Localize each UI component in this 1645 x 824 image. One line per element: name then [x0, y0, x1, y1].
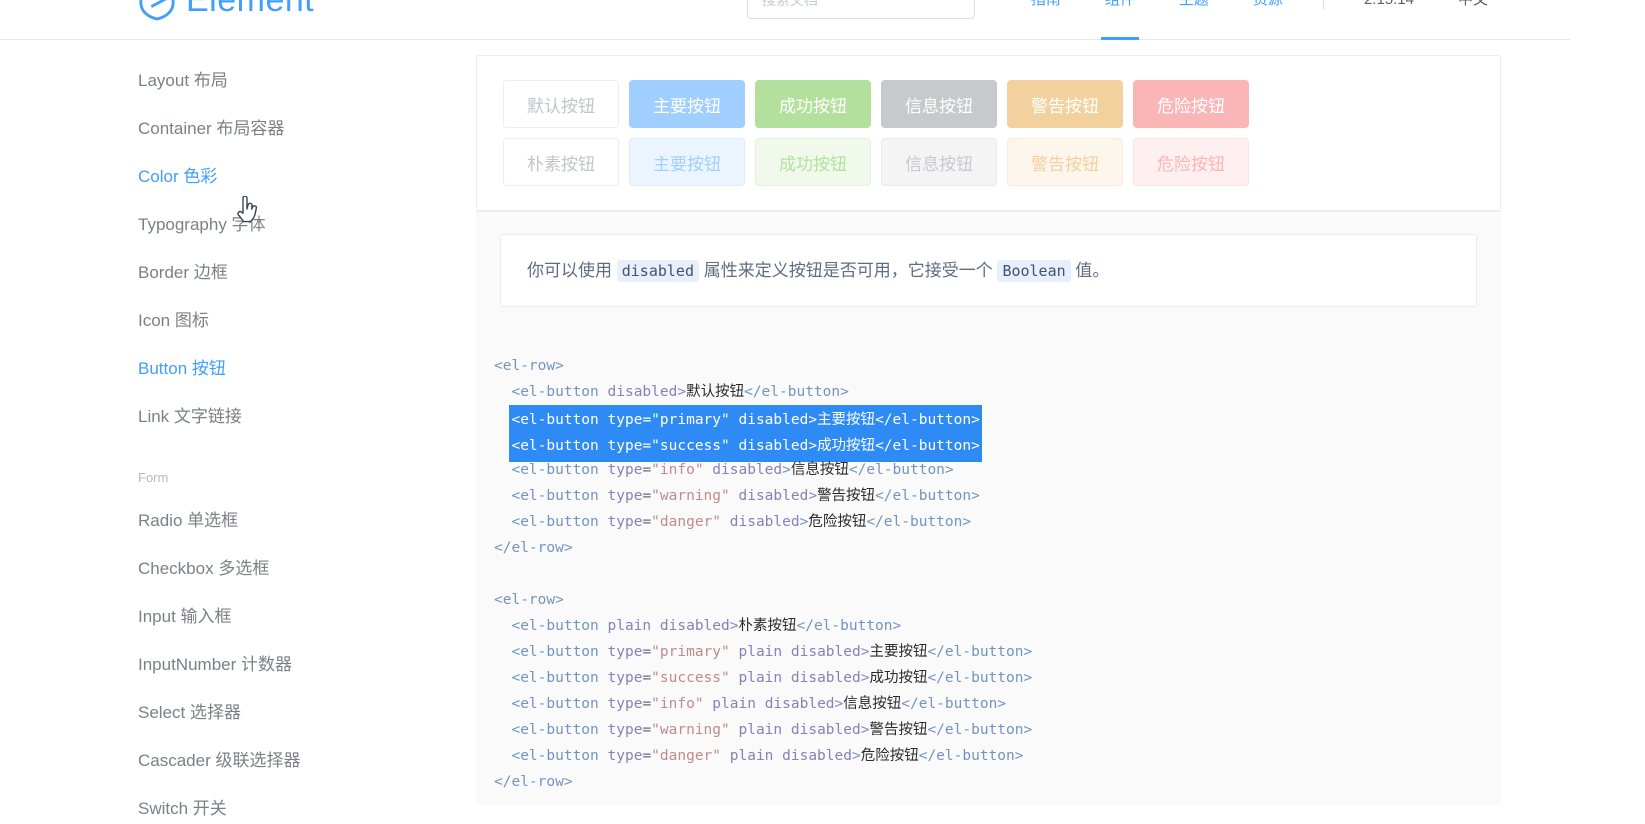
- button-plain-primary-disabled: 主要按钮: [629, 138, 745, 186]
- sidebar: Layout 布局 Container 布局容器 Color 色彩 Typogr…: [0, 41, 300, 824]
- demo-block-buttons: 默认按钮 主要按钮 成功按钮 信息按钮 警告按钮 危险按钮 朴素按钮 主要按钮 …: [476, 55, 1501, 211]
- page-root: Element 指南 组件 主题 资源 2.15.14 中文 Layout 布局…: [0, 0, 1645, 824]
- button-plain-default-disabled: 朴素按钮: [503, 138, 619, 186]
- desc-code-disabled: disabled: [616, 260, 699, 282]
- sidebar-item-color[interactable]: Color 色彩: [0, 153, 300, 201]
- demo-buttons-area: 默认按钮 主要按钮 成功按钮 信息按钮 警告按钮 危险按钮 朴素按钮 主要按钮 …: [477, 56, 1500, 210]
- nav-item-version[interactable]: 2.15.14: [1342, 0, 1436, 40]
- nav-item-resource[interactable]: 资源: [1231, 0, 1305, 40]
- desc-text-3: 值。: [1070, 261, 1110, 280]
- nav-divider: [1322, 0, 1324, 10]
- search-input[interactable]: [759, 0, 962, 9]
- sidebar-item-border[interactable]: Border 边框: [0, 249, 300, 297]
- desc-text-1: 你可以使用: [527, 261, 617, 280]
- demo-description: 你可以使用 disabled 属性来定义按钮是否可用，它接受一个 Boolean…: [500, 234, 1477, 308]
- button-row-solid: 默认按钮 主要按钮 成功按钮 信息按钮 警告按钮 危险按钮: [503, 80, 1500, 128]
- button-warning-disabled: 警告按钮: [1007, 80, 1123, 128]
- button-default-disabled: 默认按钮: [503, 80, 619, 128]
- sidebar-item-checkbox[interactable]: Checkbox 多选框: [0, 545, 300, 593]
- brand[interactable]: Element: [138, 0, 314, 21]
- nav-item-guide[interactable]: 指南: [1009, 0, 1083, 40]
- search-box[interactable]: [746, 0, 975, 19]
- sidebar-item-button[interactable]: Button 按钮: [0, 345, 300, 393]
- sidebar-item-switch[interactable]: Switch 开关: [0, 785, 300, 824]
- button-danger-disabled: 危险按钮: [1133, 80, 1249, 128]
- button-info-disabled: 信息按钮: [881, 80, 997, 128]
- desc-text-2: 属性来定义按钮是否可用，它接受一个: [698, 261, 998, 280]
- button-plain-success-disabled: 成功按钮: [755, 138, 871, 186]
- button-plain-danger-disabled: 危险按钮: [1133, 138, 1249, 186]
- code-block[interactable]: <el-row> <el-button disabled>默认按钮</el-bu…: [476, 329, 1501, 806]
- main-content: 默认按钮 主要按钮 成功按钮 信息按钮 警告按钮 危险按钮 朴素按钮 主要按钮 …: [462, 41, 1570, 824]
- button-row-plain: 朴素按钮 主要按钮 成功按钮 信息按钮 警告按钮 危险按钮: [503, 138, 1500, 186]
- sidebar-item-input[interactable]: Input 输入框: [0, 593, 300, 641]
- sidebar-item-typography[interactable]: Typography 字体: [0, 201, 300, 249]
- sidebar-item-container[interactable]: Container 布局容器: [0, 105, 300, 153]
- sidebar-item-link[interactable]: Link 文字链接: [0, 393, 300, 441]
- nav-item-theme[interactable]: 主题: [1157, 0, 1231, 40]
- button-plain-info-disabled: 信息按钮: [881, 138, 997, 186]
- sidebar-item-cascader[interactable]: Cascader 级联选择器: [0, 737, 300, 785]
- site-header: Element 指南 组件 主题 资源 2.15.14 中文: [0, 0, 1570, 40]
- brand-name: Element: [186, 0, 314, 17]
- nav-item-components[interactable]: 组件: [1083, 0, 1157, 40]
- code-content[interactable]: <el-row> <el-button disabled>默认按钮</el-bu…: [476, 353, 1501, 795]
- element-shield-icon: [139, 0, 175, 20]
- sidebar-group-form: Form: [138, 470, 169, 485]
- sidebar-item-select[interactable]: Select 选择器: [0, 689, 300, 737]
- header-right: 指南 组件 主题 资源 2.15.14 中文: [746, 0, 1570, 40]
- button-plain-warning-disabled: 警告按钮: [1007, 138, 1123, 186]
- demo-description-wrap: 你可以使用 disabled 属性来定义按钮是否可用，它接受一个 Boolean…: [476, 211, 1501, 330]
- sidebar-item-inputnumber[interactable]: InputNumber 计数器: [0, 641, 300, 689]
- nav-item-language[interactable]: 中文: [1436, 0, 1510, 40]
- button-primary-disabled: 主要按钮: [629, 80, 745, 128]
- button-success-disabled: 成功按钮: [755, 80, 871, 128]
- sidebar-item-radio[interactable]: Radio 单选框: [0, 497, 300, 545]
- sidebar-item-icon[interactable]: Icon 图标: [0, 297, 300, 345]
- desc-code-boolean: Boolean: [997, 260, 1071, 282]
- sidebar-item-layout[interactable]: Layout 布局: [0, 57, 300, 105]
